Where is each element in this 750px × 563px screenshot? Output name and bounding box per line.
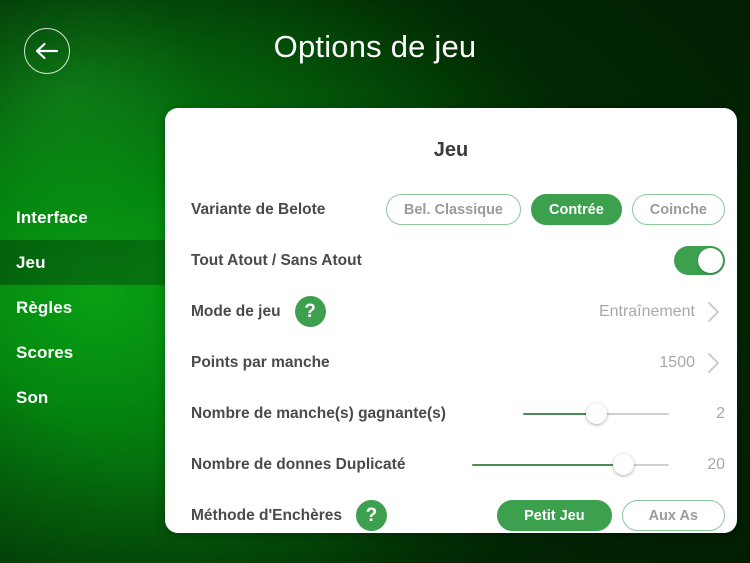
chevron-right-icon [707, 351, 721, 375]
methode-option-aux-as[interactable]: Aux As [621, 500, 725, 531]
row-label: Points par manche [191, 353, 330, 371]
row-label: Variante de Belote [191, 200, 326, 218]
variante-option-bel-classique[interactable]: Bel. Classique [385, 194, 521, 225]
panel-title: Jeu [433, 139, 469, 161]
settings-panel: Jeu Variante de Belote Bel. Classique Co… [165, 108, 737, 533]
row-methode-encheres: Méthode d'Enchères ? Petit Jeu Aux As [165, 490, 737, 533]
slider-fill [472, 463, 624, 466]
mode-de-jeu-value: Entraînement [598, 302, 695, 320]
methode-option-petit-jeu[interactable]: Petit Jeu [497, 500, 612, 531]
help-icon[interactable]: ? [355, 500, 387, 531]
row-points-par-manche[interactable]: Points par manche 1500 [165, 337, 737, 388]
row-tout-atout-sans-atout: Tout Atout / Sans Atout [165, 235, 737, 286]
donnes-duplicate-slider[interactable] [472, 453, 669, 477]
toggle-knob [698, 248, 723, 273]
methode-encheres-segmented-control: Petit Jeu Aux As [497, 500, 725, 531]
row-mode-de-jeu[interactable]: Mode de jeu ? Entraînement [165, 286, 737, 337]
row-label: Nombre de manche(s) gagnante(s) [191, 404, 446, 422]
manches-gagnantes-value: 2 [716, 404, 725, 422]
sidebar-item-scores[interactable]: Scores [0, 330, 166, 375]
page-title: Options de jeu [273, 29, 477, 64]
sidebar-item-son[interactable]: Son [0, 375, 166, 420]
sidebar-item-label: Interface [16, 207, 88, 227]
sidebar: Interface Jeu Règles Scores Son [0, 195, 166, 420]
sidebar-item-label: Scores [16, 342, 74, 362]
header: Options de jeu [0, 0, 750, 104]
row-variante-de-belote: Variante de Belote Bel. Classique Contré… [165, 184, 737, 235]
slider-track [523, 403, 669, 424]
sidebar-item-label: Règles [16, 297, 73, 317]
sidebar-item-label: Son [16, 387, 49, 407]
row-label: Tout Atout / Sans Atout [191, 251, 362, 269]
slider-track [472, 454, 669, 475]
variante-option-contree[interactable]: Contrée [531, 194, 622, 225]
sidebar-item-interface[interactable]: Interface [0, 195, 166, 240]
tout-atout-toggle[interactable] [674, 246, 725, 275]
row-nombre-manches-gagnantes: Nombre de manche(s) gagnante(s) 2 [165, 388, 737, 439]
variante-segmented-control: Bel. Classique Contrée Coinche [385, 194, 725, 225]
chevron-right-icon [707, 300, 721, 324]
settings-rows: Variante de Belote Bel. Classique Contré… [165, 184, 737, 533]
sidebar-item-label: Jeu [16, 252, 46, 272]
help-icon[interactable]: ? [294, 296, 326, 327]
row-label: Nombre de donnes Duplicaté [191, 455, 406, 473]
donnes-duplicate-value: 20 [707, 455, 725, 473]
variante-option-coinche[interactable]: Coinche [631, 194, 725, 225]
manches-gagnantes-slider[interactable] [523, 402, 669, 426]
points-par-manche-value: 1500 [659, 353, 695, 371]
row-nombre-donnes-duplicate: Nombre de donnes Duplicaté 20 [165, 439, 737, 490]
slider-thumb[interactable] [613, 454, 635, 475]
slider-thumb[interactable] [585, 403, 607, 424]
sidebar-item-jeu[interactable]: Jeu [0, 240, 166, 285]
row-label: Mode de jeu [191, 302, 281, 320]
row-label: Méthode d'Enchères [191, 506, 342, 524]
sidebar-item-regles[interactable]: Règles [0, 285, 166, 330]
